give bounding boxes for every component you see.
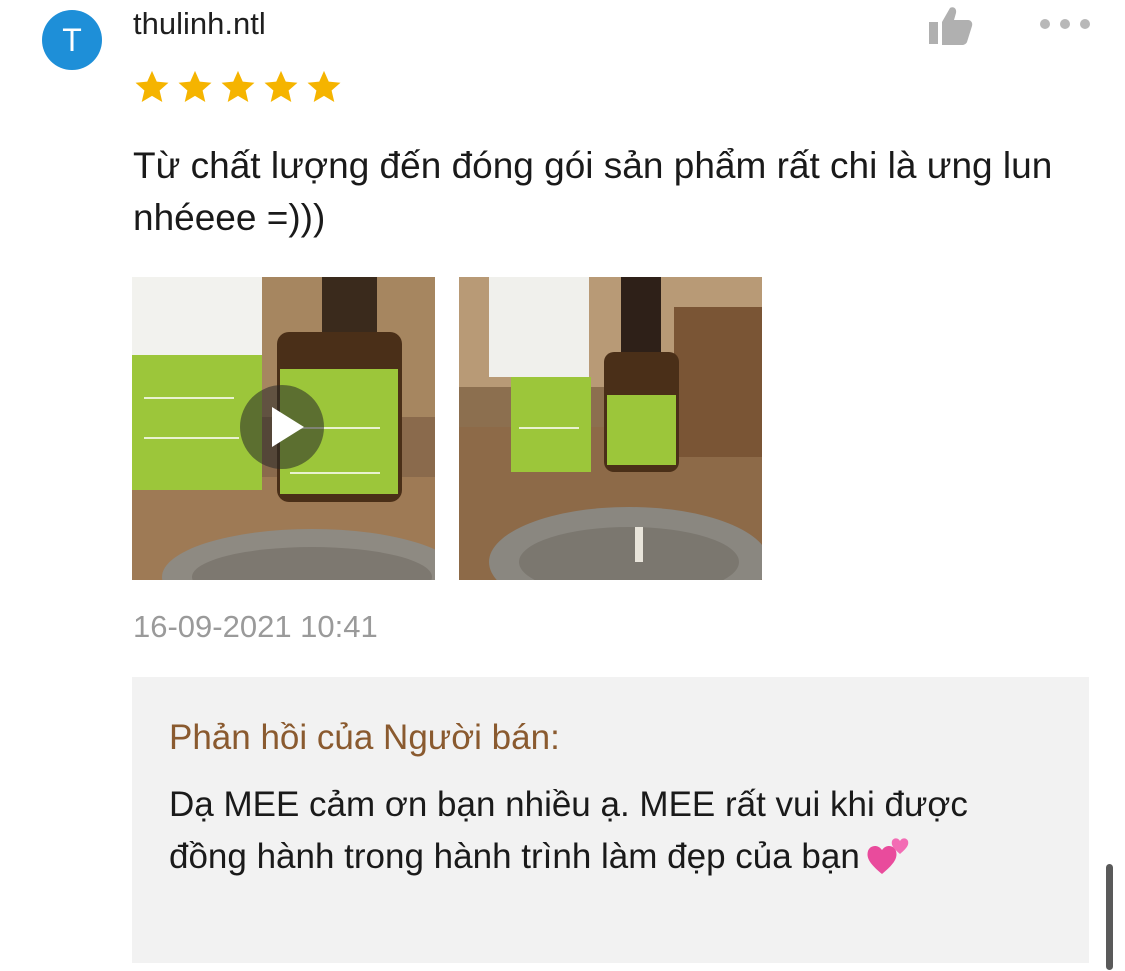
username[interactable]: thulinh.ntl [133, 4, 266, 44]
two-hearts-icon [867, 838, 909, 874]
star-icon [178, 70, 212, 103]
seller-reply-title: Phản hồi của Người bán: [169, 718, 560, 757]
play-icon[interactable] [240, 385, 324, 469]
avatar[interactable]: T [42, 10, 102, 70]
star-icon [221, 70, 255, 103]
product-photo-2 [459, 277, 762, 580]
star-icon [307, 70, 341, 103]
scrollbar[interactable] [1106, 864, 1113, 970]
star-icon [135, 70, 169, 103]
star-icon [264, 70, 298, 103]
star-rating [133, 68, 343, 106]
thumbs-up-icon[interactable] [926, 4, 974, 48]
review-timestamp: 16-09-2021 10:41 [133, 609, 378, 644]
seller-reply-body: Dạ MEE cảm ơn bạn nhiều ạ. MEE rất vui k… [169, 779, 1049, 883]
seller-reply: Phản hồi của Người bán: Dạ MEE cảm ơn bạ… [132, 677, 1089, 963]
review-photo[interactable] [459, 277, 762, 580]
more-options-icon[interactable] [1038, 14, 1092, 34]
seller-reply-text: Dạ MEE cảm ơn bạn nhiều ạ. MEE rất vui k… [169, 785, 968, 876]
review-screen: T thulinh.ntl Từ chất lượng đến đóng gói… [0, 0, 1125, 971]
review-text: Từ chất lượng đến đóng gói sản phẩm rất … [133, 145, 1053, 238]
review-video-thumbnail[interactable] [132, 277, 435, 580]
